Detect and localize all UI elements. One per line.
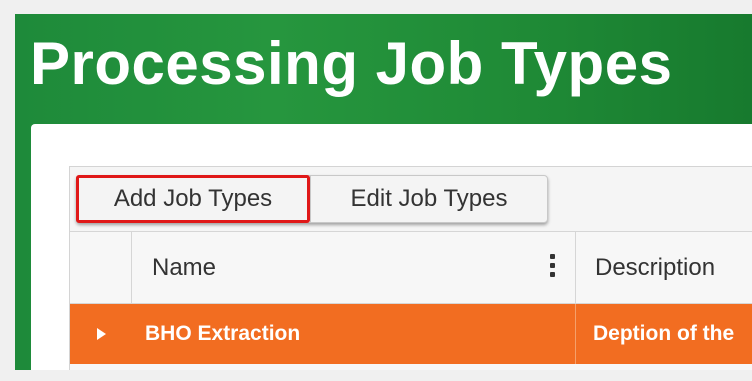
content-panel: Add Job Types Edit Job Types Name Descri…	[31, 124, 752, 370]
toolbar-button-group: Add Job Types Edit Job Types	[76, 175, 548, 223]
name-column-label: Name	[152, 253, 217, 281]
description-column-label: Description	[595, 253, 716, 281]
row-description-cell: Deption of the	[593, 322, 735, 345]
caret-right-icon[interactable]	[70, 304, 132, 364]
page-title: Processing Job Types	[30, 30, 673, 97]
row-name-cell: BHO Extraction	[132, 304, 576, 364]
name-column-header[interactable]: Name	[132, 232, 576, 303]
kebab-icon[interactable]	[550, 254, 556, 277]
job-types-grid: Add Job Types Edit Job Types Name Descri…	[69, 166, 752, 370]
expand-column-header	[70, 232, 132, 303]
edit-job-types-button[interactable]: Edit Job Types	[310, 176, 547, 222]
description-column-header[interactable]: Description	[576, 232, 752, 303]
app-frame: Processing Job Types Add Job Types Edit …	[15, 14, 752, 370]
table-row[interactable]: BHO Extraction Deption of the	[70, 304, 752, 364]
add-job-types-button[interactable]: Add Job Types	[76, 175, 310, 223]
grid-toolbar: Add Job Types Edit Job Types	[70, 167, 752, 232]
grid-header-row: Name Description	[70, 232, 752, 304]
